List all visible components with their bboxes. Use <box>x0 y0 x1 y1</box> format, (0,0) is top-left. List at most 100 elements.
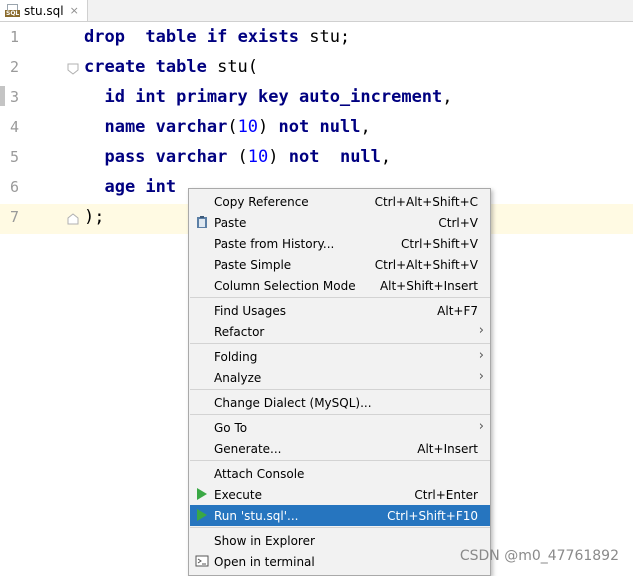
menu-item-paste-simple[interactable]: Paste Simple Ctrl+Alt+Shift+V <box>190 254 490 275</box>
sql-file-icon: SQL <box>5 3 21 18</box>
menu-item-column-selection-mode[interactable]: Column Selection Mode Alt+Shift+Insert <box>190 275 490 296</box>
code-text: drop table if exists stu; <box>84 27 350 47</box>
code-line[interactable]: 1 drop table if exists stu; <box>0 24 633 54</box>
code-text: pass varchar (10) not null, <box>84 147 391 167</box>
code-text: name varchar(10) not null, <box>84 117 371 137</box>
menu-item-change-dialect-mysql[interactable]: Change Dialect (MySQL)... <box>190 392 490 413</box>
code-line[interactable]: 3 id int primary key auto_increment, <box>0 84 633 114</box>
menu-separator <box>190 460 490 461</box>
keyword-token: drop <box>84 27 146 47</box>
menu-separator <box>190 527 490 528</box>
code-line[interactable]: 5 pass varchar (10) not null, <box>0 144 633 174</box>
menu-item-label: Copy Reference <box>214 195 309 209</box>
line-number: 7 <box>10 208 20 226</box>
code-text: create table stu( <box>84 57 258 77</box>
menu-item-label: Go To <box>214 421 248 435</box>
clipboard-icon <box>197 216 207 228</box>
menu-item-execute[interactable]: Execute Ctrl+Enter <box>190 484 490 505</box>
play-icon <box>197 488 207 500</box>
keyword-token: int <box>135 87 177 107</box>
text-token: stu( <box>217 57 259 77</box>
menu-item-label: Folding <box>214 350 258 364</box>
close-tab-icon[interactable]: × <box>70 4 79 17</box>
menu-item-find-usages[interactable]: Find Usages Alt+F7 <box>190 300 490 321</box>
menu-item-show-in-explorer[interactable]: Show in Explorer <box>190 530 490 551</box>
line-number: 4 <box>10 118 20 136</box>
menu-item-shortcut: Ctrl+V <box>438 216 478 230</box>
play-icon <box>197 509 207 521</box>
menu-separator <box>190 297 490 298</box>
menu-item-run-stu-sql[interactable]: Run 'stu.sql'... Ctrl+Shift+F10 <box>190 505 490 526</box>
menu-item-label: Attach Console <box>214 467 305 481</box>
keyword-token: create <box>84 57 156 77</box>
keyword-token: table <box>155 57 218 77</box>
number-token: 10 <box>247 147 269 167</box>
keyword-token: null <box>339 147 381 167</box>
menu-item-go-to[interactable]: Go To › <box>190 417 490 438</box>
text-token: stu; <box>309 27 351 47</box>
fold-start-icon[interactable] <box>67 63 79 75</box>
menu-item-label: Open in terminal <box>214 555 315 569</box>
watermark: CSDN @m0_47761892 <box>459 548 619 564</box>
keyword-token: null <box>319 117 361 137</box>
keyword-token: id <box>84 87 136 107</box>
tab-stu-sql[interactable]: SQL stu.sql × <box>0 0 88 21</box>
menu-item-label: Change Dialect (MySQL)... <box>214 396 372 410</box>
menu-item-generate[interactable]: Generate... Alt+Insert <box>190 438 490 459</box>
menu-item-analyze[interactable]: Analyze › <box>190 367 490 388</box>
menu-item-open-in-terminal[interactable]: Open in terminal <box>190 551 490 572</box>
fold-end-icon[interactable] <box>67 213 79 225</box>
menu-item-label: Find Usages <box>214 304 287 318</box>
menu-item-shortcut: Ctrl+Shift+F10 <box>387 509 478 523</box>
keyword-token: key <box>258 87 299 107</box>
context-menu: Copy Reference Ctrl+Alt+Shift+C Paste Ctrl+… <box>188 188 491 576</box>
code-text: id int primary key auto_increment, <box>84 87 452 107</box>
keyword-token: table <box>145 27 207 47</box>
menu-item-label: Execute <box>214 488 262 502</box>
code-text: ); <box>84 207 104 227</box>
line-number: 2 <box>10 58 20 76</box>
keyword-token: name <box>84 117 156 137</box>
keyword-token: int <box>145 177 177 197</box>
menu-item-shortcut: Alt+F7 <box>437 304 478 318</box>
menu-item-shortcut: Ctrl+Shift+V <box>401 237 478 251</box>
menu-item-label: Refactor <box>214 325 265 339</box>
line-number: 6 <box>10 178 20 196</box>
text-token: , <box>360 117 371 137</box>
submenu-arrow-icon: › <box>478 323 484 338</box>
menu-item-label: Show in Explorer <box>214 534 315 548</box>
menu-item-attach-console[interactable]: Attach Console <box>190 463 490 484</box>
tab-bar: SQL stu.sql × <box>0 0 633 22</box>
menu-item-shortcut: Ctrl+Alt+Shift+C <box>374 195 478 209</box>
menu-item-refactor[interactable]: Refactor › <box>190 321 490 342</box>
keyword-token: exists <box>237 27 310 47</box>
menu-separator <box>190 343 490 344</box>
menu-separator <box>190 389 490 390</box>
line-number: 5 <box>10 148 20 166</box>
keyword-token: if <box>206 27 238 47</box>
menu-item-shortcut: Alt+Shift+Insert <box>379 279 478 293</box>
terminal-icon <box>195 555 209 567</box>
menu-item-copy-reference[interactable]: Copy Reference Ctrl+Alt+Shift+C <box>190 191 490 212</box>
menu-item-paste[interactable]: Paste Ctrl+V <box>190 212 490 233</box>
menu-item-label: Paste from History... <box>214 237 335 251</box>
line-number: 3 <box>10 88 20 106</box>
menu-item-shortcut: Ctrl+Enter <box>414 488 478 502</box>
keyword-token: not <box>288 147 340 167</box>
menu-item-label: Run 'stu.sql'... <box>214 509 299 523</box>
text-token: ); <box>84 207 105 227</box>
keyword-token: not <box>278 117 320 137</box>
keyword-token: age <box>84 177 146 197</box>
code-line[interactable]: 2 create table stu( <box>0 54 633 84</box>
menu-item-label: Analyze <box>214 371 262 385</box>
code-line[interactable]: 4 name varchar(10) not null, <box>0 114 633 144</box>
keyword-token: varchar <box>155 147 238 167</box>
menu-item-shortcut: Ctrl+Alt+Shift+V <box>374 258 478 272</box>
menu-item-label: Paste <box>214 216 247 230</box>
menu-item-paste-from-history[interactable]: Paste from History... Ctrl+Shift+V <box>190 233 490 254</box>
keyword-token: varchar <box>155 117 228 137</box>
keyword-token: primary <box>176 87 259 107</box>
code-text: age int <box>84 177 176 197</box>
menu-item-folding[interactable]: Folding › <box>190 346 490 367</box>
menu-item-label: Generate... <box>214 442 282 456</box>
